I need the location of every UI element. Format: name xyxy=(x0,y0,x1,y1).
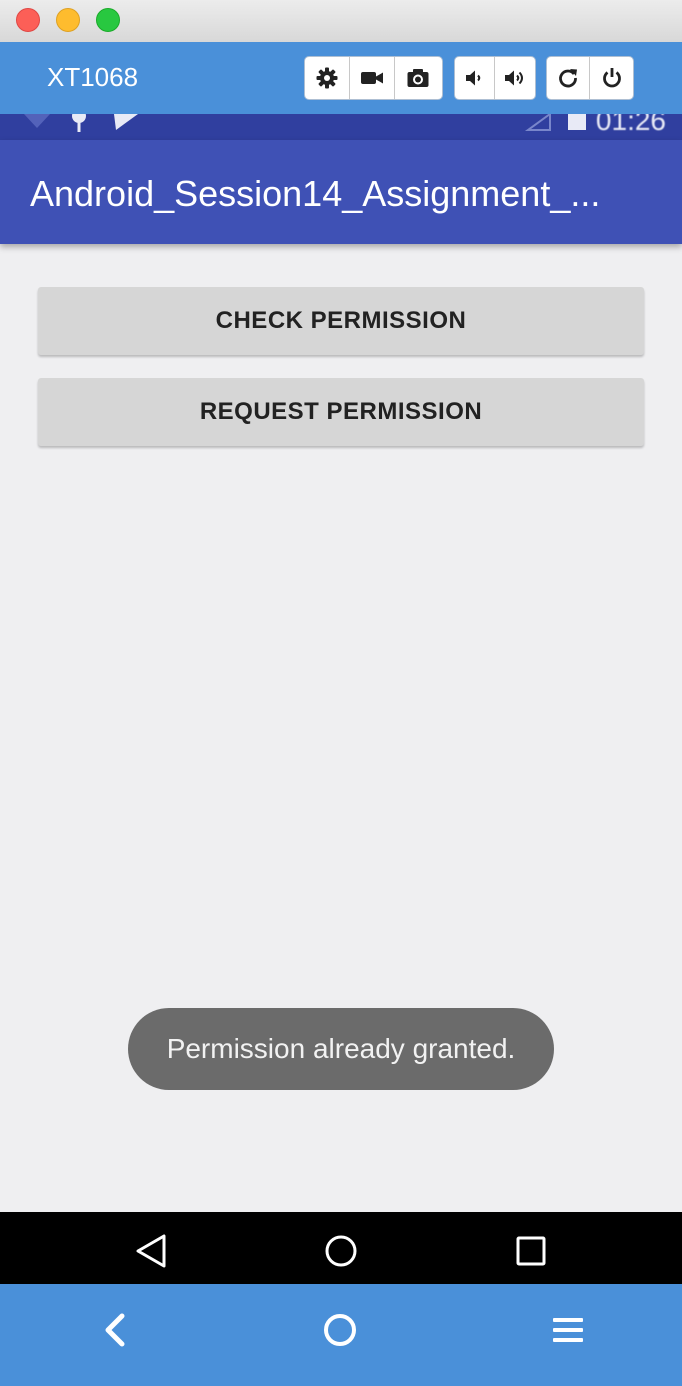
location-icon xyxy=(72,114,86,132)
android-status-bar: 01:26 xyxy=(0,114,682,140)
back-triangle-icon[interactable] xyxy=(134,1234,168,1268)
minimize-window-button[interactable] xyxy=(56,8,80,32)
video-camera-icon xyxy=(361,72,383,84)
app-title: Android_Session14_Assignment_... xyxy=(30,173,601,214)
check-permission-button[interactable]: CHECK PERMISSION xyxy=(38,287,644,355)
device-screen: 01:26 Android_Session14_Assignment_... C… xyxy=(0,114,682,1284)
power-button[interactable] xyxy=(590,57,633,99)
battery-icon xyxy=(568,114,586,130)
close-window-button[interactable] xyxy=(16,8,40,32)
volume-down-icon xyxy=(465,70,480,86)
request-permission-button[interactable]: REQUEST PERMISSION xyxy=(38,378,644,446)
device-name: XT1068 xyxy=(47,62,139,92)
screen-record-button[interactable] xyxy=(350,57,395,99)
menu-icon[interactable] xyxy=(550,1312,586,1348)
rotate-button[interactable] xyxy=(547,57,590,99)
screenshot-button[interactable] xyxy=(395,57,440,99)
volume-up-icon xyxy=(505,70,523,86)
home-circle-icon[interactable] xyxy=(324,1234,358,1268)
status-clock: 01:26 xyxy=(595,114,666,136)
gear-icon xyxy=(316,67,338,89)
toolbar-group-capture xyxy=(304,56,443,100)
play-icon xyxy=(114,114,138,130)
emulator-toolbar: XT1068 xyxy=(0,42,682,114)
camera-icon xyxy=(407,69,428,87)
toast-message: Permission already granted. xyxy=(128,1008,554,1090)
window-titlebar xyxy=(0,0,682,43)
volume-down-button[interactable] xyxy=(455,57,495,99)
toolbar-group-volume xyxy=(454,56,536,100)
power-icon xyxy=(602,68,621,88)
recents-square-icon[interactable] xyxy=(514,1234,548,1268)
volume-up-button[interactable] xyxy=(495,57,535,99)
home-circle-icon[interactable] xyxy=(322,1312,358,1348)
toolbar-group-power xyxy=(546,56,634,100)
rotate-icon xyxy=(559,69,577,88)
chevron-left-icon[interactable] xyxy=(100,1312,130,1348)
android-nav-bar xyxy=(0,1212,682,1284)
signal-icon xyxy=(524,114,551,131)
emulator-bottom-bar xyxy=(0,1284,682,1386)
zoom-window-button[interactable] xyxy=(96,8,120,32)
app-bar: Android_Session14_Assignment_... xyxy=(0,140,682,244)
wifi-icon xyxy=(24,114,50,128)
settings-button[interactable] xyxy=(305,57,350,99)
